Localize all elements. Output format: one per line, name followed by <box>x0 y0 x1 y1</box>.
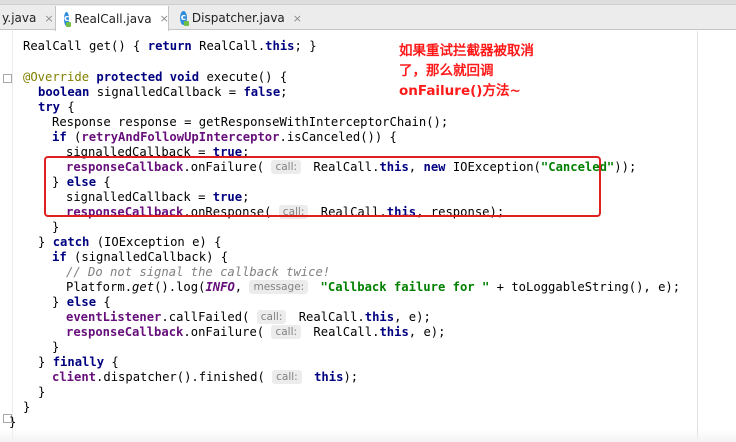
parameter-hint: call: <box>272 370 302 384</box>
close-icon[interactable]: × <box>44 12 53 25</box>
close-icon[interactable]: × <box>160 12 169 25</box>
gutter-divider <box>12 31 13 442</box>
annotation-note: 了，那么就回调 <box>399 63 494 79</box>
tab-dispatcher-java[interactable]: c Dispatcher.java × <box>172 6 302 30</box>
code-line: @Override protected void execute() { <box>23 70 288 84</box>
code-line: if (signalledCallback) { <box>52 250 229 264</box>
code-line: } <box>52 340 60 354</box>
editor-tab-bar: y.java × c RealCall.java × c Dispatcher.… <box>0 0 736 31</box>
tab-realcall-java[interactable]: c RealCall.java × <box>55 6 169 31</box>
tab-label: Dispatcher.java <box>191 11 285 25</box>
code-line: RealCall get() { return RealCall.this; } <box>23 39 317 53</box>
code-line: } else { <box>52 295 111 309</box>
code-line: if (retryAndFollowUpInterceptor.isCancel… <box>52 130 397 144</box>
editor-bottom-edge <box>0 430 736 442</box>
code-line: } finally { <box>38 355 119 369</box>
tab-label: RealCall.java <box>74 11 152 26</box>
close-icon[interactable]: × <box>293 12 302 25</box>
code-line: boolean signalledCallback = false; <box>38 85 288 99</box>
annotation-note: onFailure()方法~ <box>399 83 521 99</box>
code-line: try { <box>38 100 75 114</box>
code-line: } catch (IOException e) { <box>38 235 222 249</box>
right-margin-guide <box>697 31 698 442</box>
code-comment: // Do not signal the callback twice! <box>66 265 331 279</box>
tab-strip-top-edge <box>0 0 736 5</box>
code-line: Platform.get().log(INFO, message: "Callb… <box>66 280 681 294</box>
tab-other-java[interactable]: y.java × <box>0 6 54 30</box>
parameter-hint: call: <box>256 310 287 324</box>
code-line: } <box>52 220 60 234</box>
parameter-hint: call: <box>271 325 302 339</box>
annotation-note: 如果重试拦截器被取消 <box>399 43 534 59</box>
code-line: } <box>9 415 17 429</box>
parameter-hint: message: <box>249 280 309 294</box>
code-line: Response response = getResponseWithInter… <box>52 115 449 129</box>
code-line: } <box>23 400 31 414</box>
code-line: responseCallback.onFailure( call: RealCa… <box>66 325 446 339</box>
java-class-icon: c <box>180 11 189 26</box>
code-line: eventListener.callFailed( call: RealCall… <box>66 310 431 324</box>
code-line: client.dispatcher().finished( call: this… <box>52 370 359 384</box>
fold-marker-icon[interactable] <box>3 74 12 83</box>
code-line: } <box>38 385 46 399</box>
highlight-box <box>44 156 601 217</box>
java-class-icon: c <box>64 11 72 27</box>
code-editor[interactable]: RealCall get() { return RealCall.this; }… <box>0 31 736 442</box>
tab-label: y.java <box>2 11 37 25</box>
